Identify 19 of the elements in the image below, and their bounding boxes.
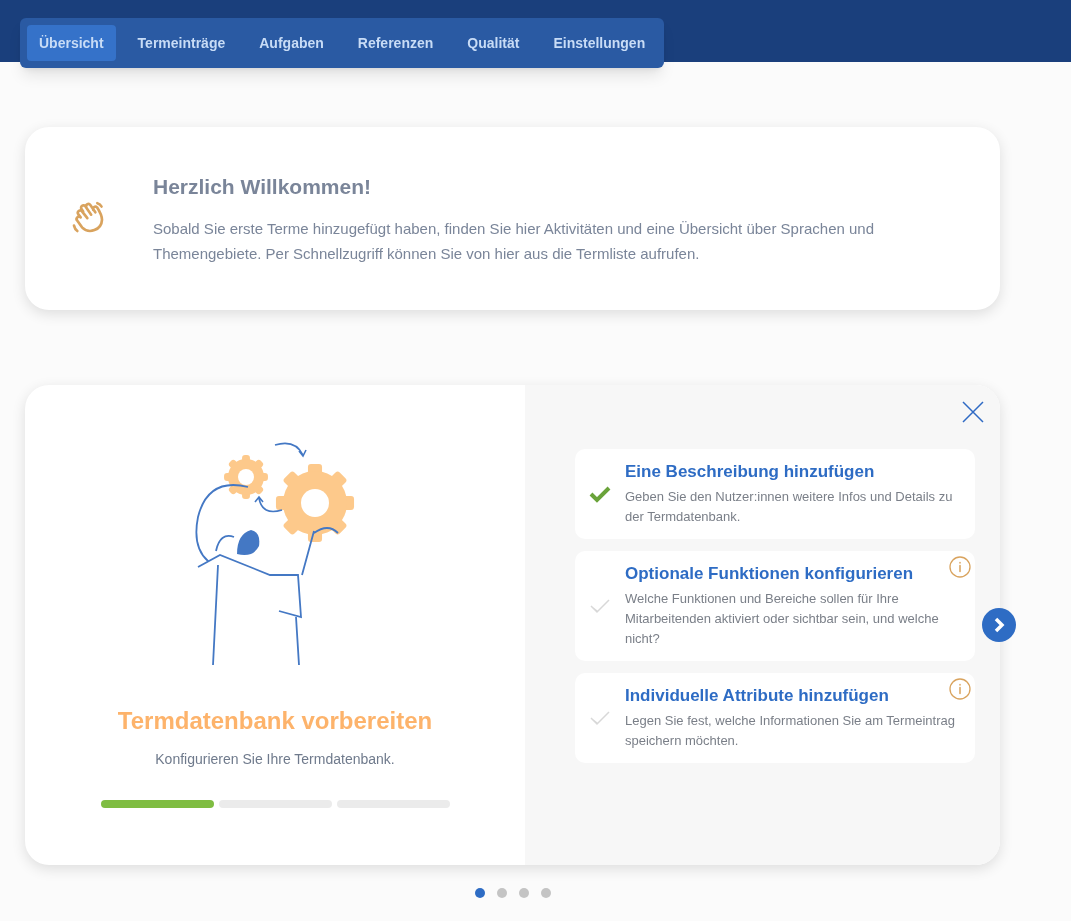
step-card[interactable]: Eine Beschreibung hinzufügen Geben Sie den Nutzer:innen weitere Infos und Details zu der Termdatenbank. [575, 449, 975, 539]
step-text: Legen Sie fest, welche Informationen Sie am Termeintrag speichern möchten. [625, 712, 955, 750]
welcome-title: Herzlich Willkommen! [153, 173, 373, 200]
onboarding-subtitle: Konfigurieren Sie Ihre Termdatenbank. [155, 750, 395, 769]
nav-tab[interactable]: Referenzen [345, 25, 446, 61]
step-title: Individuelle Attribute hinzufügen [625, 685, 890, 707]
nav-tab[interactable]: Termeinträge [125, 25, 238, 61]
step-card[interactable]: Optionale Funktionen konfigurieren Welche Funktionen und Bereiche sollen für Ihre Mitarbeitenden aktiviert oder sichtbar sein, und welche nicht? [575, 551, 975, 661]
nav-tab[interactable]: Einstellungen [541, 25, 658, 61]
welcome-text: Sobald Sie erste Terme hinzugefügt haben, finden Sie hier Aktivitäten und eine Übersicht über Sprachen und Themengebiete. Per Schnellzugriff können Sie von hier aus die Termliste aufrufen. [153, 219, 876, 265]
step-card[interactable]: Individuelle Attribute hinzufügen Legen Sie fest, welche Informationen Sie am Termeintrag speichern möchten. [575, 673, 975, 763]
onboarding-title: Termdatenbank vorbereiten [117, 706, 433, 736]
step-title: Optionale Funktionen konfigurieren [625, 563, 915, 585]
nav-tab[interactable]: Aufgaben [247, 25, 336, 61]
step-title: Eine Beschreibung hinzufügen [625, 461, 876, 483]
nav-tab[interactable]: Qualität [455, 25, 532, 61]
nav-tab[interactable]: Übersicht [27, 25, 116, 61]
step-text: Geben Sie den Nutzer:innen weitere Infos und Details zu der Termdatenbank. [625, 488, 954, 526]
step-text: Welche Funktionen und Bereiche sollen für Ihre Mitarbeitenden aktiviert oder sichtbar sein, und welche nicht? [625, 590, 940, 648]
